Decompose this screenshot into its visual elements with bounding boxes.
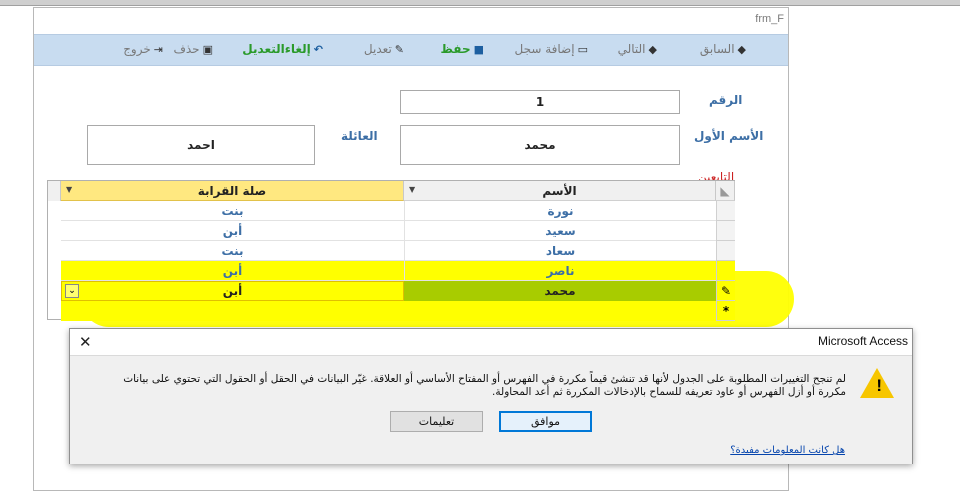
- new-record-star-icon: *: [716, 301, 735, 321]
- close-icon[interactable]: ✕: [79, 333, 92, 351]
- save-button[interactable]: ■ حفظ: [440, 42, 484, 56]
- col-header-relation[interactable]: صلة القرابة ▼: [61, 181, 404, 201]
- feedback-link[interactable]: هل كانت المعلومات مفيدة؟: [730, 445, 845, 456]
- number-label: الرقم: [709, 93, 743, 107]
- record-selector[interactable]: [716, 221, 735, 241]
- dialog-body: ! لم تنجح التغييرات المطلوبة على الجدول …: [70, 355, 912, 464]
- dropdown-arrow-icon[interactable]: ⌄: [65, 284, 79, 298]
- form-toolbar: ◆ السابق ◆ التالي ▭ إضافة سجل ■ حفظ ✎ تع…: [34, 34, 788, 66]
- edit-pencil-icon: ✎: [716, 281, 735, 301]
- select-all-corner[interactable]: ◣: [716, 181, 735, 201]
- add-record-button[interactable]: ▭ إضافة سجل: [515, 42, 588, 56]
- relation-cell[interactable]: أبن: [61, 261, 404, 281]
- chevron-down-icon[interactable]: ▼: [66, 185, 72, 194]
- table-row[interactable]: أبن ناصر: [61, 261, 716, 281]
- relation-cell[interactable]: أبن: [61, 221, 404, 241]
- dependents-grid: صلة القرابة ▼ الأسم ▼ ◣ بنت نورة أبن سعي…: [47, 180, 735, 321]
- next-button[interactable]: ◆ التالي: [618, 42, 657, 56]
- help-button[interactable]: تعليمات: [390, 411, 483, 432]
- table-row[interactable]: بنت نورة: [61, 201, 716, 221]
- access-window: frm_F ◆ السابق ◆ التالي ▭ إضافة سجل ■ حف…: [0, 0, 960, 492]
- table-row-active[interactable]: أبن ⌄ محمد: [61, 281, 716, 301]
- dialog-title: Microsoft Access: [817, 334, 908, 348]
- exit-door-icon: ⇥: [153, 42, 163, 56]
- record-selector[interactable]: [716, 261, 735, 281]
- new-record-row[interactable]: [61, 301, 716, 321]
- family-label: العائلة: [341, 129, 378, 143]
- chevron-down-icon[interactable]: ▼: [409, 185, 415, 194]
- name-cell[interactable]: سعاد: [404, 241, 716, 261]
- previous-button[interactable]: ◆ السابق: [700, 42, 746, 56]
- record-selector[interactable]: [716, 201, 735, 221]
- record-selector[interactable]: [716, 241, 735, 261]
- trash-icon: ▣: [202, 42, 213, 56]
- name-cell-active[interactable]: محمد: [404, 281, 716, 301]
- disk-icon: ■: [473, 42, 484, 56]
- name-cell[interactable]: نورة: [404, 201, 716, 221]
- col-header-name[interactable]: الأسم ▼: [404, 181, 716, 201]
- table-row[interactable]: بنت سعاد: [61, 241, 716, 261]
- delete-button[interactable]: ▣ حذف: [173, 42, 213, 56]
- keyboard-icon: ▭: [577, 42, 588, 56]
- table-row[interactable]: أبن سعيد: [61, 221, 716, 241]
- dialog-message: لم تنجح التغييرات المطلوبة على الجدول لأ…: [86, 373, 846, 399]
- relation-cell[interactable]: بنت: [61, 241, 404, 261]
- window-top-edge: [0, 0, 960, 6]
- form-title: frm_F: [755, 13, 784, 25]
- first-name-label: الأسم الأول: [694, 129, 764, 143]
- number-field[interactable]: 1: [400, 90, 680, 114]
- dialog-message-line2: مكررة أو أزل الفهرس أو عاود تعريفه للسما…: [492, 386, 846, 398]
- relation-cell[interactable]: بنت: [61, 201, 404, 221]
- grid-corner: [48, 181, 61, 201]
- family-field[interactable]: احمد: [87, 125, 315, 165]
- relation-cell-active[interactable]: أبن ⌄: [61, 281, 404, 301]
- dialog-message-line1: لم تنجح التغييرات المطلوبة على الجدول لأ…: [123, 373, 846, 385]
- arrow-left-icon: ◆: [737, 42, 746, 56]
- undo-icon: ↶: [313, 42, 323, 56]
- cancel-edit-button[interactable]: ↶ إلغاءالتعديل: [242, 42, 323, 56]
- warning-exclamation: !: [876, 376, 882, 395]
- error-dialog: Microsoft Access ✕ ! لم تنجح التغييرات ا…: [69, 328, 913, 464]
- edit-button[interactable]: ✎ تعديل: [364, 42, 404, 56]
- first-name-field[interactable]: محمد: [400, 125, 680, 165]
- pencil-icon: ✎: [394, 42, 404, 56]
- arrow-right-icon: ◆: [648, 42, 657, 56]
- ok-button[interactable]: موافق: [499, 411, 592, 432]
- name-cell[interactable]: سعيد: [404, 221, 716, 241]
- exit-button[interactable]: ⇥ خروج: [123, 42, 163, 56]
- name-cell[interactable]: ناصر: [404, 261, 716, 281]
